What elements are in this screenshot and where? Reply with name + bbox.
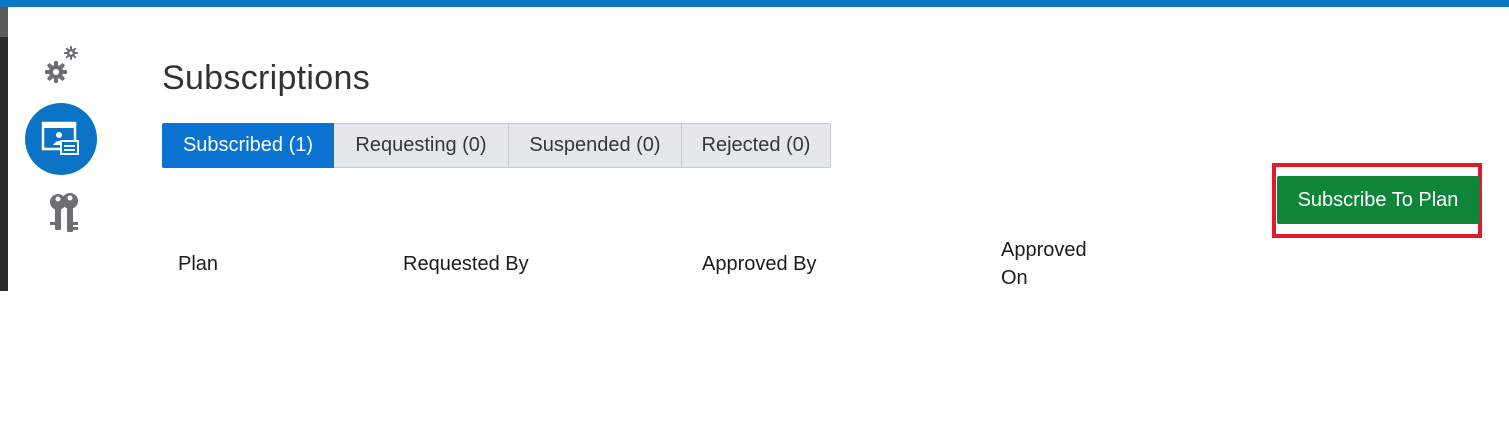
keys-icon bbox=[50, 193, 78, 232]
top-accent-bar bbox=[0, 0, 1509, 7]
column-header-plan[interactable]: Plan bbox=[178, 250, 218, 278]
page-title: Subscriptions bbox=[162, 59, 370, 97]
subscription-tabs: Subscribed (1) Requesting (0) Suspended … bbox=[162, 123, 831, 170]
nav-item-subscriptions[interactable] bbox=[25, 103, 97, 175]
tab-suspended[interactable]: Suspended (0) bbox=[509, 123, 682, 168]
tab-requesting[interactable]: Requesting (0) bbox=[334, 123, 509, 168]
subscribe-to-plan-button[interactable]: Subscribe To Plan bbox=[1277, 176, 1479, 224]
subscriptions-icon bbox=[41, 121, 79, 155]
column-header-approved-by[interactable]: Approved By bbox=[702, 250, 817, 278]
column-header-requested-by[interactable]: Requested By bbox=[403, 250, 529, 278]
nav-item-settings[interactable] bbox=[40, 44, 84, 88]
nav-item-keys[interactable] bbox=[44, 191, 84, 235]
column-header-approved-on[interactable]: Approved On bbox=[1001, 236, 1111, 292]
gears-icon bbox=[45, 46, 78, 83]
left-edge-strip bbox=[0, 7, 8, 291]
tab-rejected[interactable]: Rejected (0) bbox=[682, 123, 831, 168]
tab-subscribed[interactable]: Subscribed (1) bbox=[162, 123, 334, 168]
